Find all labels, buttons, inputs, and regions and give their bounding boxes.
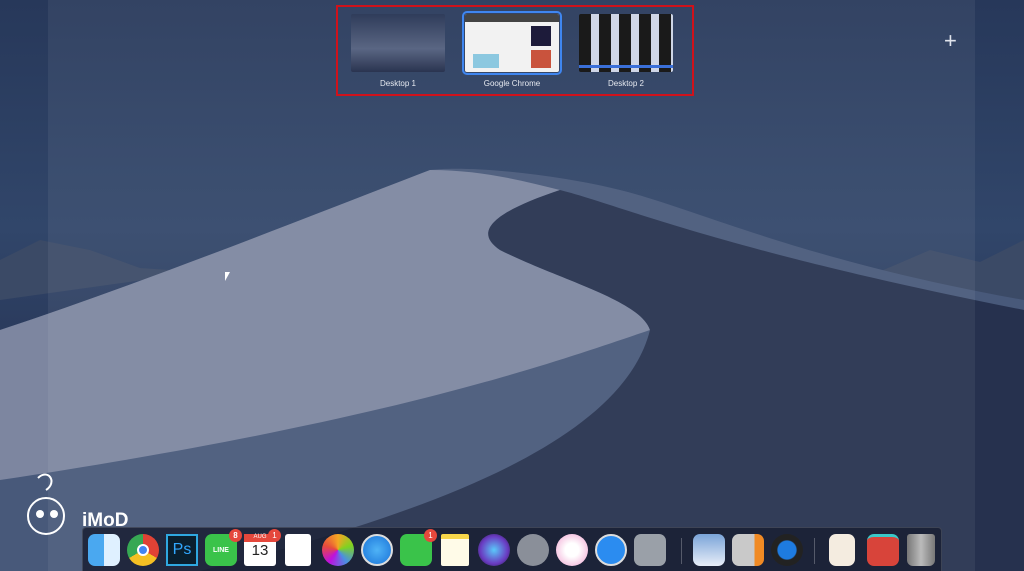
- space-thumbnail: [462, 11, 562, 75]
- dock-trash[interactable]: [907, 534, 935, 566]
- dock-preview[interactable]: [693, 534, 725, 566]
- space-thumbnail: [351, 14, 445, 72]
- notification-badge: 8: [229, 529, 242, 542]
- dock-photos[interactable]: [322, 534, 354, 566]
- dock-launchpad[interactable]: [517, 534, 549, 566]
- line-label: LINE: [213, 546, 229, 554]
- calendar-day: 13: [251, 542, 269, 559]
- notification-badge: 1: [424, 529, 437, 542]
- dock-photoshop[interactable]: Ps: [166, 534, 198, 566]
- dock-siri[interactable]: [478, 534, 510, 566]
- dock-calendar[interactable]: AUG 13 1: [244, 529, 281, 566]
- dock-app-store[interactable]: [595, 534, 627, 566]
- add-space-button[interactable]: +: [944, 30, 957, 52]
- space-label: Google Chrome: [483, 79, 541, 88]
- space-label: Desktop 2: [607, 79, 645, 88]
- dock-google-chrome[interactable]: [127, 534, 159, 566]
- dock-itunes[interactable]: [556, 534, 588, 566]
- space-thumbnail: [579, 14, 673, 72]
- dock-safari[interactable]: [361, 534, 393, 566]
- dock-line[interactable]: LINE 8: [205, 529, 242, 566]
- notification-badge: 1: [268, 529, 281, 542]
- spaces-bar: Desktop 1 Google Chrome Desktop 2: [336, 5, 694, 96]
- photoshop-label: Ps: [172, 541, 192, 558]
- dock-facetime[interactable]: 1: [400, 529, 437, 566]
- space-label: Desktop 1: [379, 79, 417, 88]
- dock: Ps LINE 8 AUG 13 1 1: [82, 527, 942, 571]
- dock-numbers[interactable]: [732, 534, 764, 566]
- space-desktop-1[interactable]: Desktop 1: [350, 14, 446, 88]
- dock-reminders[interactable]: [285, 534, 311, 566]
- space-google-chrome[interactable]: Google Chrome: [462, 11, 562, 88]
- dock-document[interactable]: [829, 534, 855, 566]
- dock-creative-cloud-folder[interactable]: [867, 534, 899, 566]
- dock-quicktime[interactable]: [771, 534, 803, 566]
- mouse-cursor: [225, 272, 230, 281]
- dock-system-preferences[interactable]: [634, 534, 666, 566]
- dock-notes[interactable]: [441, 534, 469, 566]
- dock-separator: [814, 538, 815, 564]
- space-desktop-2[interactable]: Desktop 2: [578, 14, 674, 88]
- dock-separator: [681, 538, 682, 564]
- dock-finder[interactable]: [88, 534, 120, 566]
